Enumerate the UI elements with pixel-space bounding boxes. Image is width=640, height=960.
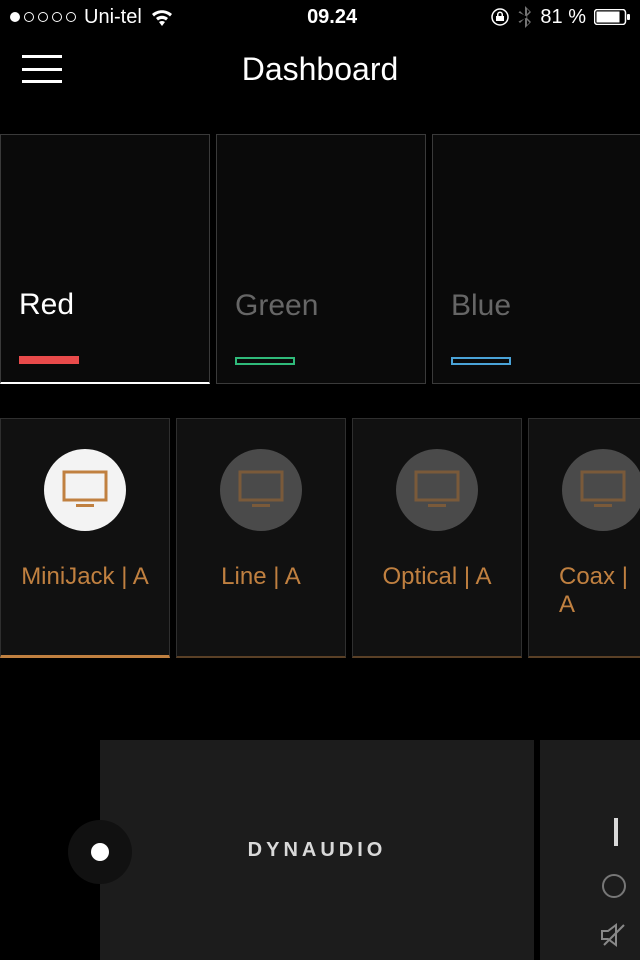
rotation-lock-icon: [490, 7, 510, 27]
bluetooth-icon: [518, 6, 532, 28]
zone-label: Blue: [451, 289, 511, 323]
zone-list: Red Green Blue: [0, 134, 640, 384]
ring-icon: [602, 874, 626, 898]
status-left: Uni-tel: [10, 6, 174, 29]
dot-icon: [91, 843, 109, 861]
status-right: 81 %: [490, 6, 630, 29]
tv-icon: [238, 470, 284, 510]
now-playing-card[interactable]: DYNAUDIO: [100, 740, 534, 960]
status-bar: Uni-tel 09.24 81 %: [0, 0, 640, 34]
zone-label: Red: [19, 288, 74, 322]
tv-icon: [580, 470, 626, 510]
zone-indicator: [451, 357, 511, 365]
tv-icon: [414, 470, 460, 510]
source-icon-circle: [396, 449, 478, 531]
play-knob[interactable]: [68, 820, 132, 884]
source-minijack[interactable]: MiniJack | A: [0, 418, 170, 658]
wifi-icon: [150, 8, 174, 26]
source-icon-circle: [562, 449, 640, 531]
source-label: Coax | A: [559, 563, 640, 619]
zone-label: Green: [235, 289, 318, 323]
source-icon-circle: [44, 449, 126, 531]
now-playing-strip: DYNAUDIO: [0, 740, 640, 960]
source-list: MiniJack | A Line | A Optical | A Coax |…: [0, 418, 640, 658]
battery-icon: [594, 9, 630, 25]
zone-red[interactable]: Red: [0, 134, 210, 384]
source-label: Line | A: [221, 563, 301, 591]
zone-blue[interactable]: Blue: [432, 134, 640, 384]
brand-label: DYNAUDIO: [248, 839, 387, 862]
signal-dots-icon: [10, 12, 76, 22]
carrier-label: Uni-tel: [84, 6, 142, 29]
zone-indicator: [235, 357, 295, 365]
source-label: Optical | A: [383, 563, 492, 591]
battery-label: 81 %: [540, 6, 586, 29]
tick-icon: [614, 818, 618, 846]
clock: 09.24: [307, 6, 357, 29]
app-header: Dashboard: [0, 34, 640, 104]
source-icon-circle: [220, 449, 302, 531]
mute-icon[interactable]: [598, 919, 630, 956]
source-coax[interactable]: Coax | A: [528, 418, 640, 658]
menu-button[interactable]: [22, 55, 62, 83]
zone-indicator: [19, 356, 79, 364]
hamburger-icon: [22, 55, 62, 58]
now-playing-next[interactable]: [540, 740, 640, 960]
source-label: MiniJack | A: [21, 563, 149, 591]
source-line[interactable]: Line | A: [176, 418, 346, 658]
page-title: Dashboard: [242, 51, 399, 88]
source-optical[interactable]: Optical | A: [352, 418, 522, 658]
zone-green[interactable]: Green: [216, 134, 426, 384]
tv-icon: [62, 470, 108, 510]
